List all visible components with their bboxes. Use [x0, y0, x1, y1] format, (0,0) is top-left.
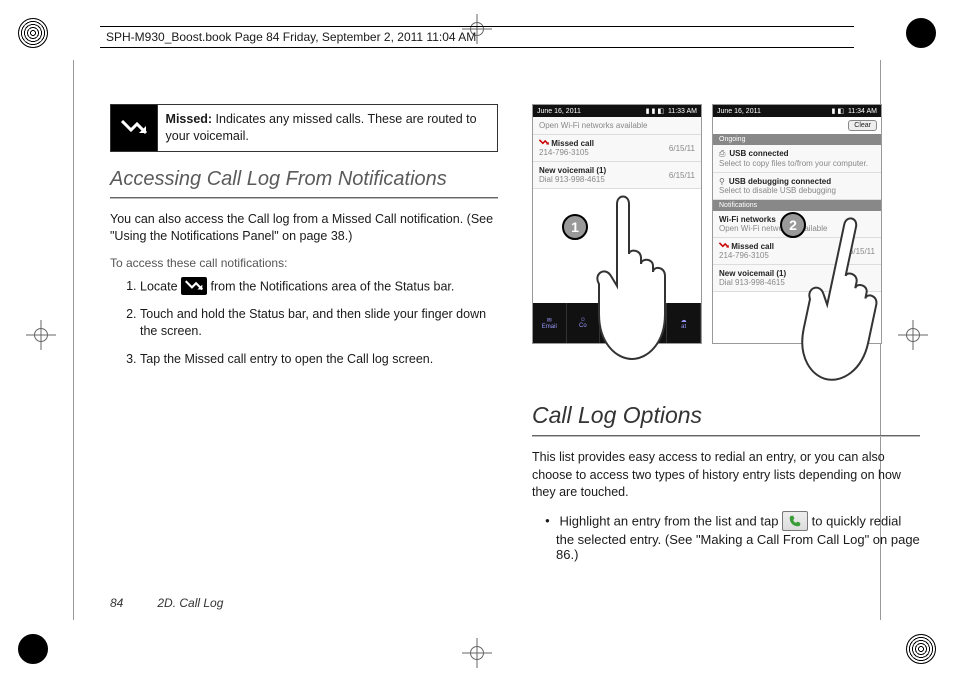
print-mark-tl: [18, 18, 48, 48]
phone-screenshot-1: June 16, 2011 ▮▮◧ 11:33 AM Open Wi-Fi ne…: [532, 104, 702, 344]
print-cross-left: [26, 320, 56, 350]
missed-row-2: Missed call 214-796-3105 6/15/11: [713, 238, 881, 265]
usb-icon: ⎙: [719, 149, 725, 158]
bullet-redial: Highlight an entry from the list and tap…: [552, 512, 920, 562]
twisted-arrow-icon: [121, 120, 147, 136]
options-paragraph: This list provides easy access to redial…: [532, 449, 920, 502]
usb-debug-row: ⚲USB debugging connectedSelect to disabl…: [713, 173, 881, 200]
step-2: Touch and hold the Status bar, and then …: [140, 306, 498, 341]
section-heading-accessing: Accessing Call Log From Notifications: [110, 168, 498, 191]
voicemail-row-2: New voicemail (1)Dial 913-998-4615: [713, 265, 881, 292]
print-mark-tr: [906, 18, 936, 48]
intro-paragraph: You can also access the Call log from a …: [110, 211, 498, 246]
page-footer: 84 2D. Call Log: [110, 596, 223, 610]
bug-icon: ⚲: [719, 177, 725, 186]
missed-callout-label: Missed:: [166, 112, 213, 126]
missed-callout: Missed: Indicates any missed calls. Thes…: [110, 104, 498, 152]
step-3: Tap the Missed call entry to open the Ca…: [140, 351, 498, 369]
status-icons-1: ▮▮◧ 11:33 AM: [644, 107, 697, 115]
dock-phone-icon: ✆: [600, 303, 634, 343]
missed-icon: [111, 105, 157, 151]
bullet-1a: Highlight an entry from the list and tap: [559, 513, 782, 528]
missed-callout-body: Indicates any missed calls. These are ro…: [166, 112, 477, 143]
missed-mini-icon-2: [719, 242, 729, 249]
print-cross-bottom: [462, 638, 492, 668]
section-divider: [110, 197, 498, 199]
missed-callout-text: Missed: Indicates any missed calls. Thes…: [157, 105, 497, 151]
callout-badge-2: 2: [780, 212, 806, 238]
notifications-label: Notifications: [713, 200, 881, 211]
section-label: 2D. Call Log: [157, 596, 223, 610]
missed-mini-icon: [539, 139, 549, 146]
print-mark-br: [906, 634, 936, 664]
usb-connected-row: ⎙USB connectedSelect to copy files to/fr…: [713, 145, 881, 173]
missed-row-1: Missed call 214-796-3105 6/15/11: [533, 135, 701, 162]
dock-chat-icon: ☁at: [667, 303, 701, 343]
wifi-row-1: Open Wi-Fi networks available: [533, 117, 701, 135]
status-date-2: June 16, 2011: [717, 108, 761, 115]
left-column: Missed: Indicates any missed calls. Thes…: [110, 104, 498, 562]
doc-header: SPH-M930_Boost.book Page 84 Friday, Sept…: [100, 26, 854, 48]
step-1b: from the Notifications area of the Statu…: [211, 279, 455, 293]
clear-button[interactable]: Clear: [848, 120, 877, 131]
right-column: June 16, 2011 ▮▮◧ 11:33 AM Open Wi-Fi ne…: [532, 104, 920, 562]
dock-icons-1: ✉Email ☺Co ✆ ◻ ☁at: [533, 303, 701, 343]
doc-header-text: SPH-M930_Boost.book Page 84 Friday, Sept…: [106, 30, 476, 44]
dock-contacts-icon: ☺Co: [567, 303, 601, 343]
call-icon: [782, 511, 808, 531]
missed-inline-icon: [181, 277, 207, 295]
steps-lead: To access these call notifications:: [110, 256, 498, 270]
section-heading-options: Call Log Options: [532, 402, 920, 429]
status-date-1: June 16, 2011: [537, 108, 581, 115]
print-vline-left: [73, 60, 74, 620]
phone-illustration: June 16, 2011 ▮▮◧ 11:33 AM Open Wi-Fi ne…: [532, 104, 920, 374]
voicemail-row-1: New voicemail (1) Dial 913-998-4615 6/15…: [533, 162, 701, 189]
section-divider-2: [532, 435, 920, 437]
status-bar-2: June 16, 2011 ▮◧ 11:34 AM: [713, 105, 881, 117]
step-1a: Locate: [140, 279, 181, 293]
page-number: 84: [110, 596, 123, 610]
dock-email-icon: ✉Email: [533, 303, 567, 343]
step-1: Locate from the Notifications area of th…: [140, 278, 498, 296]
status-bar-1: June 16, 2011 ▮▮◧ 11:33 AM: [533, 105, 701, 117]
steps-list: Locate from the Notifications area of th…: [110, 278, 498, 369]
status-icons-2: ▮◧ 11:34 AM: [830, 107, 878, 115]
callout-badge-1: 1: [562, 214, 588, 240]
dock-app-icon: ◻: [634, 303, 668, 343]
ongoing-label: Ongoing: [713, 134, 881, 145]
print-mark-bl: [18, 634, 48, 664]
options-bullets: Highlight an entry from the list and tap…: [532, 512, 920, 562]
